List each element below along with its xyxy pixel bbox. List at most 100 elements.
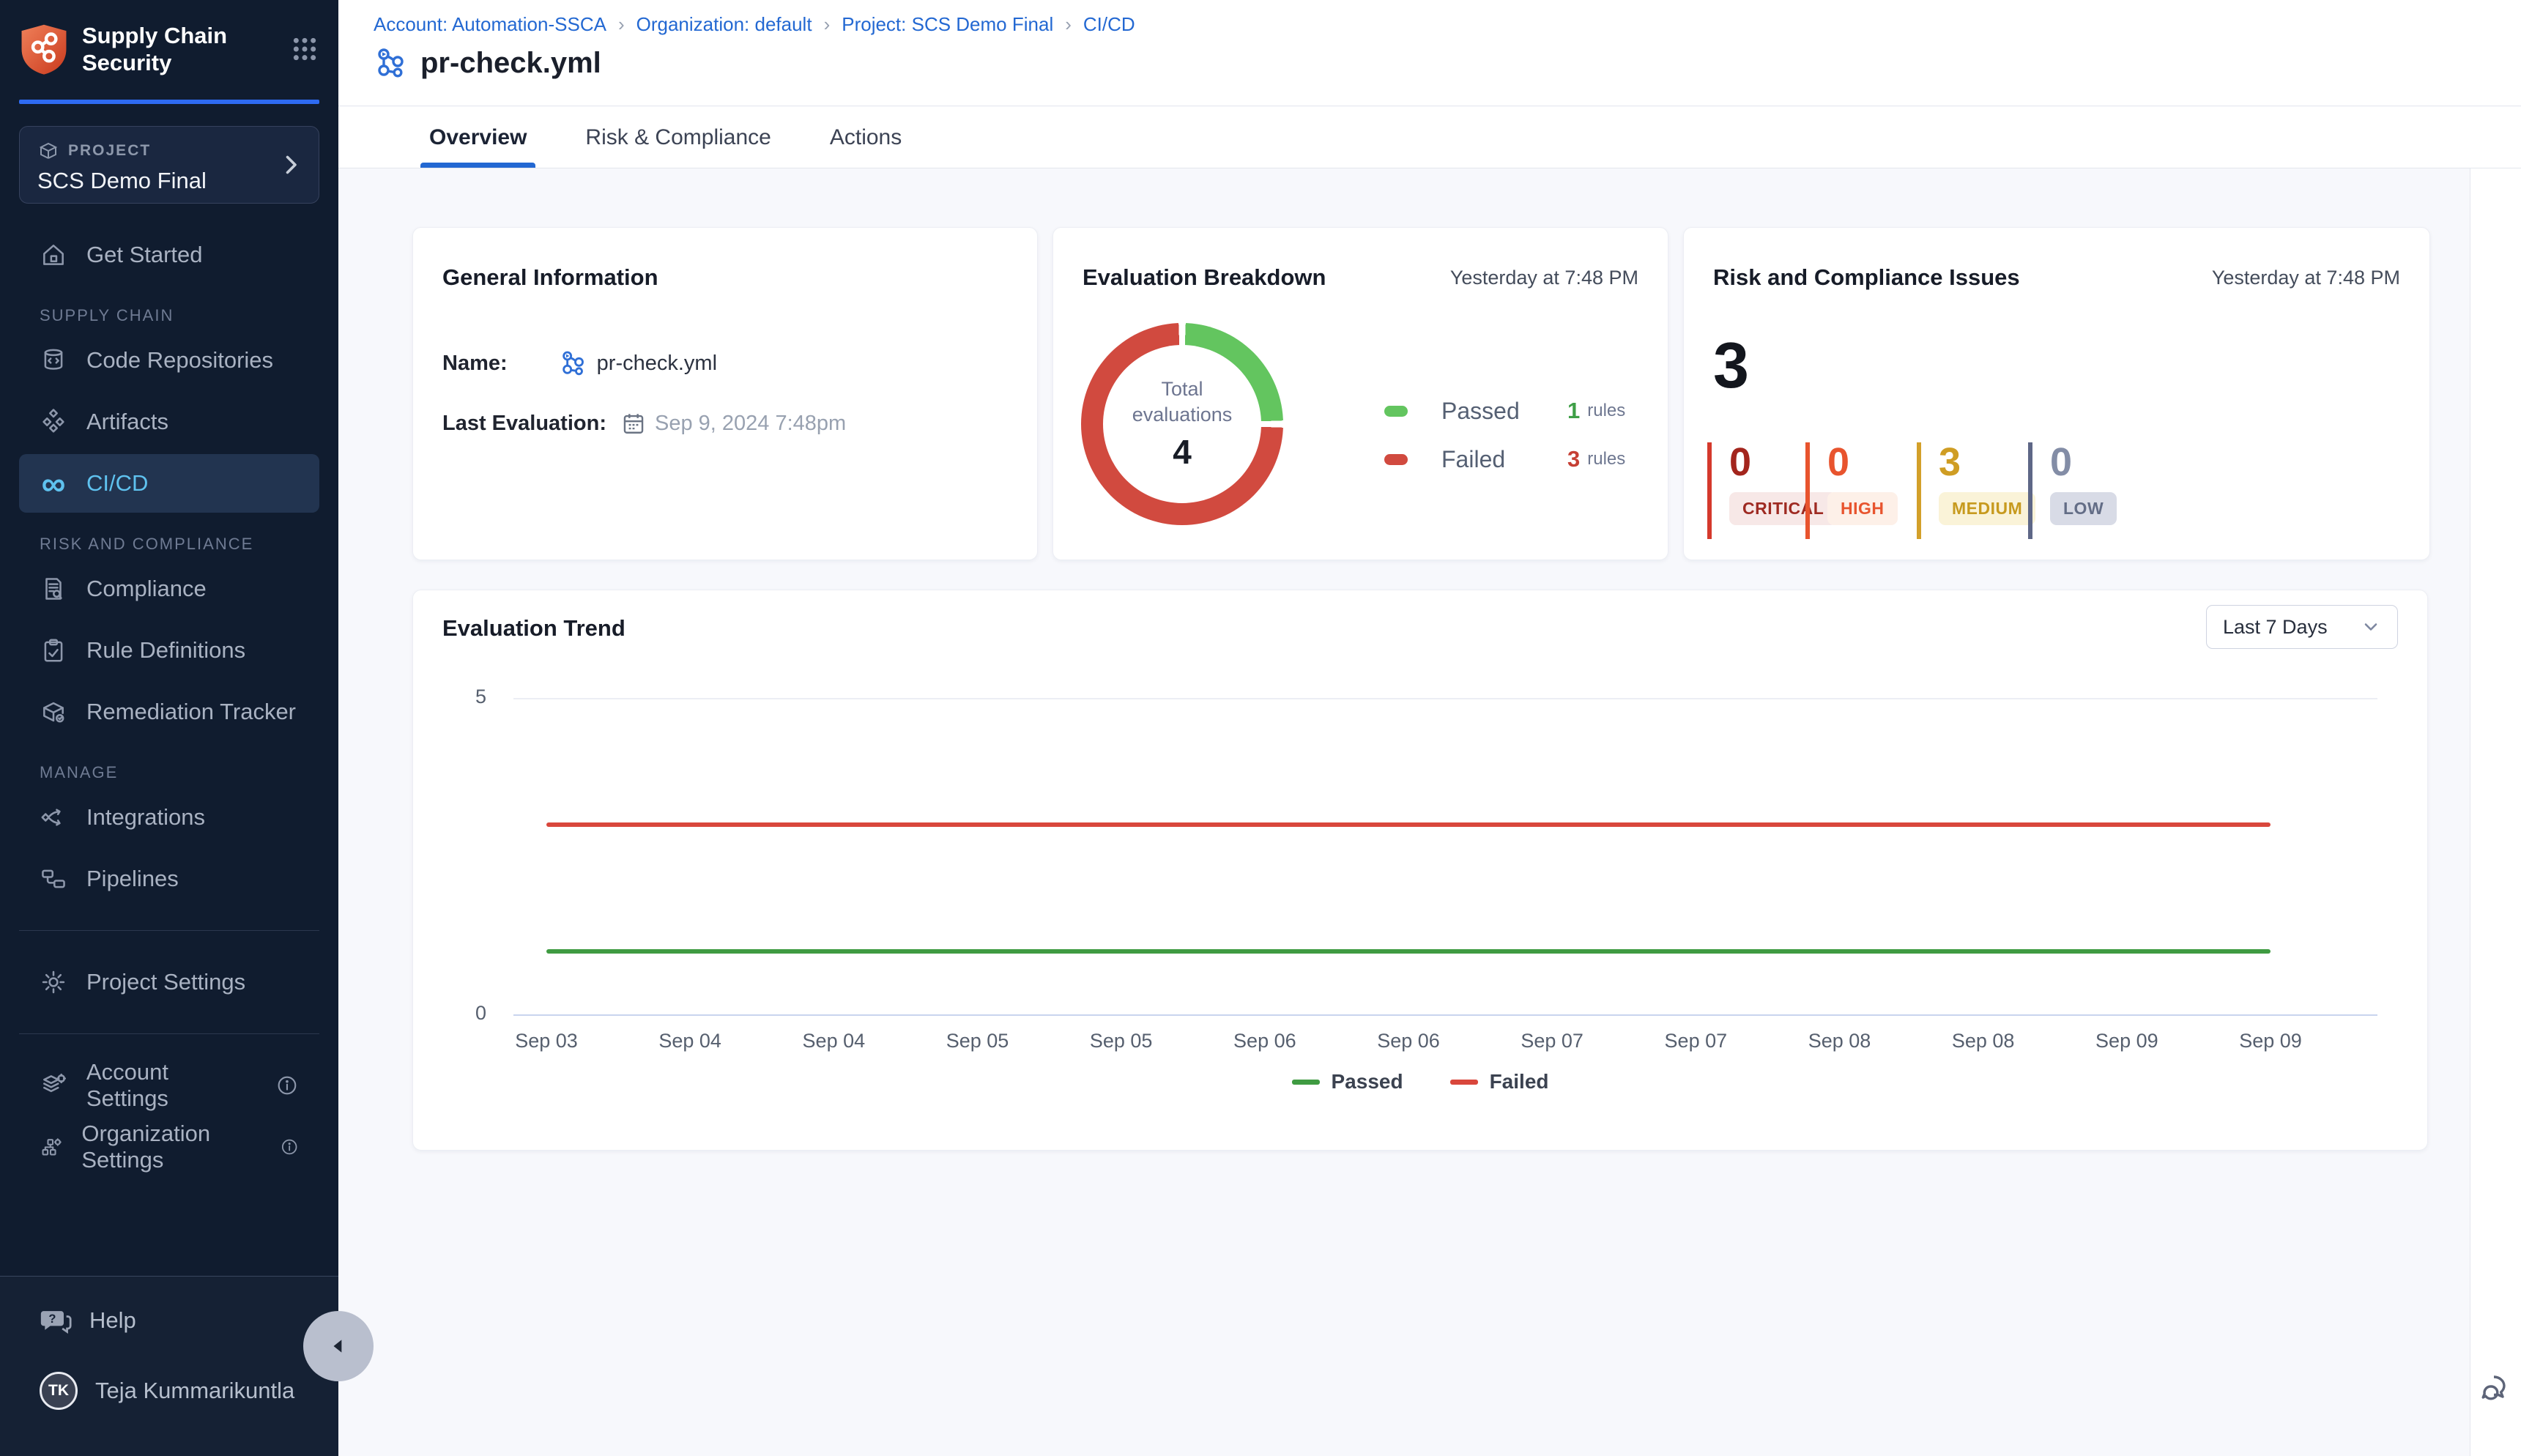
- last-evaluation-row: Last Evaluation: Sep 9, 2024 7:48pm: [442, 411, 846, 436]
- x-tick-label: Sep 04: [803, 1030, 866, 1052]
- sidebar-item-project-settings[interactable]: Project Settings: [19, 953, 319, 1011]
- tab-label: Overview: [429, 125, 527, 150]
- severity-badge: LOW: [2050, 492, 2117, 525]
- pipelines-icon: [40, 865, 67, 893]
- x-tick-label: Sep 07: [1521, 1030, 1583, 1052]
- legend-count: 3: [1567, 446, 1580, 472]
- calendar-icon: [621, 411, 646, 436]
- sidebar-item-label: Project Settings: [86, 969, 245, 995]
- sidebar-section-supply-chain: SUPPLY CHAIN: [19, 306, 319, 325]
- sidebar-item-label: Remediation Tracker: [86, 699, 296, 725]
- sidebar-item-artifacts[interactable]: Artifacts: [19, 393, 319, 451]
- breadcrumb-link-3[interactable]: CI/CD: [1083, 13, 1135, 36]
- trend-line-passed: [546, 949, 2271, 954]
- sidebar-item-label: Rule Definitions: [86, 637, 245, 664]
- sidebar-item-label: CI/CD: [86, 470, 148, 497]
- account-settings-icon: [40, 1071, 67, 1099]
- help-label: Help: [89, 1307, 136, 1334]
- organization-settings-icon: [40, 1133, 62, 1161]
- sidebar-item-get-started[interactable]: Get Started: [19, 226, 319, 284]
- right-collapsed-panel: [2470, 168, 2521, 1456]
- legend-color-pill: [1384, 406, 1408, 417]
- help-chat-icon: ?: [40, 1304, 72, 1337]
- title-row: pr-check.yml: [374, 45, 601, 81]
- code-repositories-icon: [40, 346, 67, 374]
- sidebar-footer: ? Help TK Teja Kummarikuntla: [0, 1276, 338, 1456]
- sidebar-item-integrations[interactable]: Integrations: [19, 788, 319, 847]
- breakdown-legend-row-passed: Passed1rules: [1384, 392, 1625, 430]
- sidebar-divider: [19, 930, 319, 931]
- y-tick-min: 0: [435, 1002, 486, 1025]
- breadcrumb-separator: ›: [1065, 13, 1072, 36]
- legend-label: Failed: [1490, 1070, 1549, 1093]
- legend-dash: [1292, 1080, 1320, 1085]
- card-title: Risk and Compliance Issues: [1713, 264, 2020, 291]
- tab-actions[interactable]: Actions: [821, 107, 910, 168]
- severity-tile-high: 0HIGH: [1805, 442, 1898, 539]
- sidebar-item-pipelines[interactable]: Pipelines: [19, 850, 319, 908]
- compliance-icon: [40, 575, 67, 603]
- sidebar-item-organization-settings[interactable]: Organization Settings: [19, 1118, 319, 1176]
- breadcrumb-link-0[interactable]: Account: Automation-SSCA: [374, 13, 606, 36]
- app-root: Supply Chain Security PROJECT: [0, 0, 2521, 1456]
- breadcrumb-separator: ›: [618, 13, 625, 36]
- sidebar-item-account-settings[interactable]: Account Settings: [19, 1056, 319, 1115]
- card-timestamp: Yesterday at 7:48 PM: [1450, 267, 1638, 289]
- brand-accent-divider: [19, 100, 319, 104]
- artifacts-icon: [40, 408, 67, 436]
- help-button[interactable]: ? Help: [19, 1294, 319, 1347]
- breadcrumb-link-2[interactable]: Project: SCS Demo Final: [842, 13, 1053, 36]
- donut-total-value: 4: [1173, 432, 1192, 472]
- x-tick-label: Sep 05: [946, 1030, 1009, 1052]
- sidebar-item-label: Compliance: [86, 576, 207, 602]
- sidebar-item-remediation-tracker[interactable]: Remediation Tracker: [19, 683, 319, 741]
- sidebar-divider: [19, 1033, 319, 1034]
- trend-legend: Passed Failed: [413, 1070, 2427, 1093]
- sidebar-collapse-button[interactable]: [303, 1311, 374, 1381]
- app-switcher-grid-icon[interactable]: [290, 34, 319, 64]
- page-title: pr-check.yml: [420, 47, 601, 80]
- cube-icon: [37, 140, 59, 162]
- y-tick-max: 5: [435, 686, 486, 708]
- sidebar-item-label: Pipelines: [86, 866, 179, 892]
- x-tick-label: Sep 05: [1090, 1030, 1153, 1052]
- user-name-label: Teja Kummarikuntla: [95, 1378, 294, 1404]
- breadcrumb: Account: Automation-SSCA › Organization: d…: [374, 13, 1135, 36]
- time-range-value: Last 7 Days: [2223, 616, 2328, 639]
- legend-dash: [1450, 1080, 1478, 1085]
- tab-overview[interactable]: Overview: [420, 107, 535, 168]
- name-label: Name:: [442, 352, 508, 376]
- sidebar-nav: Get Started SUPPLY CHAIN Code Repositories…: [0, 226, 338, 1176]
- x-tick-label: Sep 08: [1952, 1030, 2015, 1052]
- chat-bubbles-icon[interactable]: [2479, 1371, 2514, 1406]
- home-icon: [40, 241, 67, 269]
- sidebar: Supply Chain Security PROJECT: [0, 0, 338, 1456]
- severity-count: 3: [1939, 442, 2035, 482]
- project-selector[interactable]: PROJECT SCS Demo Final: [19, 126, 319, 204]
- page-header: Account: Automation-SSCA › Organization: d…: [338, 0, 2521, 106]
- risk-compliance-issues-card: Risk and Compliance Issues Yesterday at …: [1683, 227, 2430, 560]
- cicd-infinity-icon: ∞: [40, 469, 67, 497]
- svg-text:?: ?: [48, 1312, 56, 1326]
- legend-label: Passed: [1441, 398, 1567, 425]
- sidebar-item-label: Organization Settings: [81, 1121, 260, 1173]
- user-menu[interactable]: TK Teja Kummarikuntla: [19, 1364, 319, 1417]
- breadcrumb-link-1[interactable]: Organization: default: [636, 13, 812, 36]
- time-range-dropdown[interactable]: Last 7 Days: [2206, 605, 2398, 649]
- sidebar-item-code-repositories[interactable]: Code Repositories: [19, 331, 319, 390]
- name-value: pr-check.yml: [559, 349, 717, 378]
- sidebar-item-compliance[interactable]: Compliance: [19, 560, 319, 618]
- supply-chain-security-logo-icon: [19, 23, 69, 75]
- trend-legend-item-passed: Passed: [1292, 1070, 1403, 1093]
- info-icon[interactable]: [280, 1135, 299, 1159]
- sidebar-item-ci-cd[interactable]: ∞ CI/CD: [19, 454, 319, 513]
- sidebar-item-rule-definitions[interactable]: Rule Definitions: [19, 621, 319, 680]
- sidebar-item-label: Get Started: [86, 242, 203, 268]
- rule-definitions-icon: [40, 636, 67, 664]
- info-icon[interactable]: [275, 1074, 299, 1097]
- tab-risk-compliance[interactable]: Risk & Compliance: [576, 107, 779, 168]
- integrations-icon: [40, 803, 67, 831]
- x-tick-label: Sep 09: [2239, 1030, 2302, 1052]
- last-evaluation-value: Sep 9, 2024 7:48pm: [621, 411, 846, 436]
- x-tick-label: Sep 04: [658, 1030, 721, 1052]
